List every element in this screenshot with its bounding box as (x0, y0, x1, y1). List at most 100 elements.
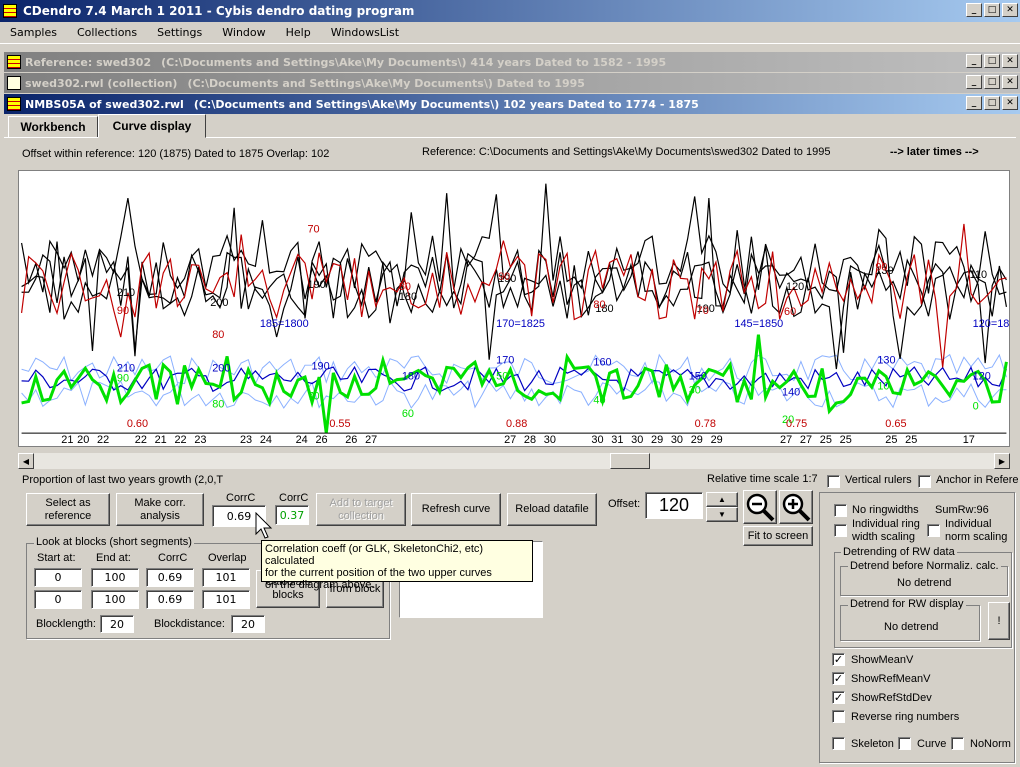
window-name: Reference: swed302 (25, 55, 152, 69)
blocks-group-title: Look at blocks (short segments) (34, 536, 194, 548)
minimize-button[interactable]: _ (966, 75, 982, 89)
bottom-ring-number: 27 (800, 434, 812, 446)
detrend-before-value[interactable]: No detrend (897, 577, 951, 589)
detrend-rw-value[interactable]: No detrend (884, 621, 938, 633)
curve-plot[interactable]: 210200190180190180 190120130 1109080708090… (18, 170, 1010, 447)
make-corr-analysis-button[interactable]: Make corr. analysis (116, 493, 204, 526)
blue-curve-label: 170=1825 (496, 318, 545, 330)
red-curve-label: 90 (875, 261, 887, 273)
blockdistance-label: Blockdistance: (154, 618, 225, 630)
reference-window-title[interactable]: Reference: swed302 (C:\Documents and Set… (4, 52, 1020, 72)
zoom-out-icon (746, 493, 775, 522)
end-at-header: End at: (96, 552, 131, 564)
menu-collections[interactable]: Collections (67, 26, 147, 39)
menu-window[interactable]: Window (212, 26, 275, 39)
fit-to-screen-button[interactable]: Fit to screen (743, 526, 813, 546)
offset-down-button[interactable]: ▼ (706, 507, 738, 522)
bottom-ring-number: 21 (155, 434, 167, 446)
later-times-link[interactable]: --> later times --> (890, 146, 979, 158)
tab-curve-display[interactable]: Curve display (98, 114, 206, 138)
collection-window-title[interactable]: swed302.rwl (collection) (C:\Documents a… (4, 73, 1020, 93)
maximize-button[interactable]: □ (984, 75, 1000, 89)
blue-curve-label: 185=1800 (260, 318, 309, 330)
horizontal-scrollbar[interactable]: ◀ ▶ (18, 453, 1010, 469)
show-ref-mean-checkbox[interactable]: ✓ (832, 672, 845, 685)
corr-value-label: 0.65 (885, 418, 906, 430)
corrc-header: CorrC (158, 552, 188, 564)
show-mean-checkbox[interactable]: ✓ (832, 653, 845, 666)
app-title-bar[interactable]: CDendro 7.4 March 1 2011 - Cybis dendro … (0, 0, 1020, 22)
green-curve-label: 30 (689, 384, 701, 396)
reload-datafile-button[interactable]: Reload datafile (507, 493, 597, 526)
maximize-button[interactable]: □ (984, 54, 1000, 68)
menu-bar: Samples Collections Settings Window Help… (0, 22, 1020, 44)
overlap-header: Overlap (208, 552, 247, 564)
curve-checkbox[interactable] (898, 737, 911, 750)
blocklength-field[interactable]: 20 (100, 615, 134, 633)
no-ringwidths-checkbox[interactable] (834, 504, 847, 517)
offset-field[interactable]: 120 (645, 492, 703, 519)
close-button[interactable]: ✕ (1002, 96, 1018, 110)
corr-value-label: 0.55 (329, 418, 350, 430)
individual-ring-checkbox[interactable] (834, 524, 847, 537)
red-curve-label: 80 (212, 329, 224, 341)
tab-workbench[interactable]: Workbench (8, 116, 98, 138)
bottom-ring-number: 27 (365, 434, 377, 446)
app-icon[interactable] (3, 4, 17, 18)
nonorm-checkbox[interactable] (951, 737, 964, 750)
blue-curve-label: 180 (402, 370, 420, 382)
zoom-in-button[interactable] (779, 490, 813, 524)
blue-curve-label: 150 (689, 370, 707, 382)
corrc-value-2: 0.37 (275, 505, 309, 525)
window-icon (7, 97, 21, 111)
block-end-field[interactable]: 100 (91, 590, 139, 609)
maximize-button[interactable]: □ (984, 3, 1000, 17)
time-scale-label: Relative time scale 1:7 (707, 473, 818, 485)
close-button[interactable]: ✕ (1002, 3, 1018, 17)
reverse-ring-checkbox[interactable] (832, 710, 845, 723)
anchor-checkbox[interactable] (918, 475, 931, 488)
blue-curve-label: 140 (782, 386, 800, 398)
blockdistance-field[interactable]: 20 (231, 615, 265, 633)
scroll-left-button[interactable]: ◀ (18, 453, 34, 469)
select-as-reference-button[interactable]: Select as reference (26, 493, 110, 526)
menu-windowslist[interactable]: WindowsList (321, 26, 409, 39)
minimize-button[interactable]: _ (966, 54, 982, 68)
offset-info: Offset within reference: 120 (1875) Date… (22, 148, 330, 160)
minimize-button[interactable]: _ (966, 96, 982, 110)
sample-window-title[interactable]: NMBS05A of swed302.rwl (C:\Documents and… (4, 94, 1020, 114)
menu-samples[interactable]: Samples (0, 26, 67, 39)
scroll-thumb[interactable] (610, 453, 650, 469)
bottom-ring-number: 24 (296, 434, 308, 446)
minimize-button[interactable]: _ (966, 3, 982, 17)
bottom-ring-number: 25 (840, 434, 852, 446)
blocklength-label: Blocklength: (36, 618, 96, 630)
menu-settings[interactable]: Settings (147, 26, 212, 39)
red-curve-label: 70 (308, 224, 320, 236)
zoom-out-button[interactable] (743, 490, 777, 524)
block-start-field[interactable]: 0 (34, 590, 82, 609)
scroll-right-button[interactable]: ▶ (994, 453, 1010, 469)
blue-curve-label: 160 (593, 357, 611, 369)
vertical-rulers-checkbox[interactable] (827, 475, 840, 488)
maximize-button[interactable]: □ (984, 96, 1000, 110)
close-button[interactable]: ✕ (1002, 75, 1018, 89)
black-curve-label: 190 (308, 279, 326, 291)
show-ref-std-checkbox[interactable]: ✓ (832, 691, 845, 704)
refresh-curve-button[interactable]: Refresh curve (411, 493, 501, 526)
close-button[interactable]: ✕ (1002, 54, 1018, 68)
bottom-ring-number: 26 (315, 434, 327, 446)
green-curve-label: 60 (402, 408, 414, 420)
ref-std-lower-curve (21, 379, 1007, 409)
red-curve-label: 70 (697, 305, 709, 317)
add-to-target-collection-button[interactable]: Add to target collection (316, 493, 406, 526)
red-curve-label: 60 (784, 306, 796, 318)
individual-norm-checkbox[interactable] (927, 524, 940, 537)
offset-up-button[interactable]: ▲ (706, 492, 738, 507)
block-start-field[interactable]: 0 (34, 568, 82, 587)
blue-curve-label: 120 (973, 370, 991, 382)
block-end-field[interactable]: 100 (91, 568, 139, 587)
menu-help[interactable]: Help (276, 26, 321, 39)
detrend-options-button[interactable]: ! (988, 602, 1010, 640)
skeleton-checkbox[interactable] (832, 737, 845, 750)
